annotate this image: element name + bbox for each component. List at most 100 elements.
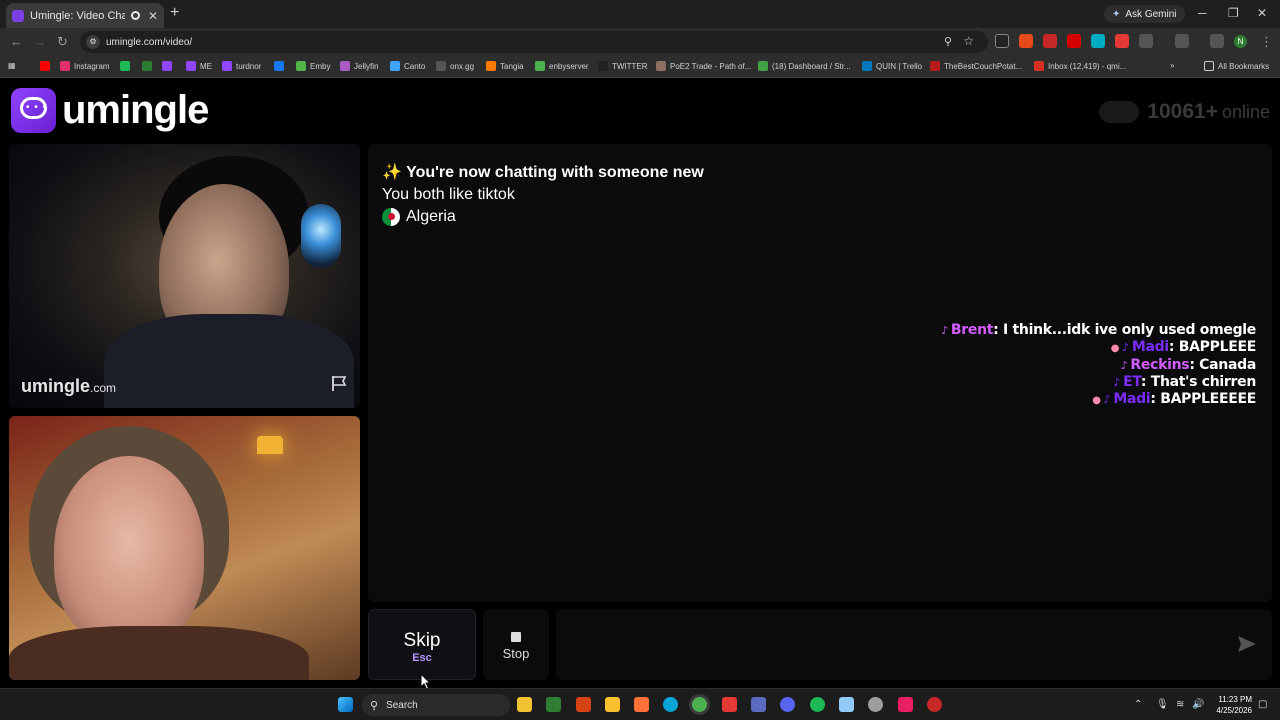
taskbar-clock[interactable]: 11:23 PM 4/25/2026 xyxy=(1208,694,1252,716)
bookmark-item[interactable]: TWITTER xyxy=(598,61,648,71)
volume-icon[interactable]: 🔊 xyxy=(1192,699,1204,710)
new-tab-button[interactable]: + xyxy=(170,4,179,22)
notifications-icon[interactable]: ▢ xyxy=(1258,699,1267,710)
report-flag-icon[interactable] xyxy=(330,374,348,392)
notepad-icon[interactable] xyxy=(839,697,854,712)
bookmark-item[interactable]: QUIN | Trello xyxy=(862,61,922,71)
all-bookmarks-button[interactable]: All Bookmarks xyxy=(1204,61,1269,71)
overlay-message-text: : I think...idk ive only used omegle xyxy=(993,322,1256,338)
skip-shortcut: Esc xyxy=(412,652,432,664)
tiktok-icon[interactable] xyxy=(898,697,913,712)
bookmark-item[interactable]: TheBestCouchPotat... xyxy=(930,61,1022,71)
bookmark-item[interactable]: Canto xyxy=(390,61,425,71)
opera-icon[interactable] xyxy=(722,697,737,712)
edge-icon[interactable] xyxy=(663,697,678,712)
stranger-video: umingle.com xyxy=(9,144,360,408)
wifi-icon[interactable]: ≋ xyxy=(1176,699,1184,710)
extensions-puzzle-icon[interactable] xyxy=(1139,34,1153,48)
bookmark-item[interactable]: enbyserver xyxy=(535,61,589,71)
media-controls-icon[interactable] xyxy=(1210,34,1224,48)
profile-avatar[interactable]: N xyxy=(1234,35,1247,48)
tray-overflow-icon[interactable]: ⌃ xyxy=(1134,699,1142,710)
message-input[interactable] xyxy=(556,609,1272,680)
address-bar[interactable]: ⚙ umingle.com/video/ ⚲ ☆ xyxy=(80,31,988,53)
bookmark-item[interactable] xyxy=(120,61,134,71)
extension-youtube-icon[interactable] xyxy=(1067,34,1081,48)
bookmark-item[interactable]: Jellyfin xyxy=(340,61,378,71)
bookmark-item[interactable] xyxy=(142,61,156,71)
bookmark-favicon-icon xyxy=(930,61,940,71)
bookmark-favicon-icon xyxy=(142,61,152,71)
extension-fox-icon[interactable] xyxy=(1019,34,1033,48)
app-blue-icon[interactable] xyxy=(751,697,766,712)
send-icon[interactable] xyxy=(1236,633,1258,655)
app-red-icon[interactable] xyxy=(927,697,942,712)
reload-icon[interactable]: ↻ xyxy=(57,34,68,50)
bookmark-item[interactable]: Inbox (12,419) - qmi... xyxy=(1034,61,1126,71)
browser-tab-umingle[interactable]: Umingle: Video Chat with S ✕ xyxy=(6,3,164,28)
bookmark-item[interactable] xyxy=(40,61,54,71)
extension-shield-icon[interactable] xyxy=(1115,34,1129,48)
overlay-username: Reckins xyxy=(1130,357,1190,373)
bookmark-item[interactable] xyxy=(274,61,288,71)
overlay-message-text: : BAPPLEEE xyxy=(1168,339,1256,355)
microphone-icon[interactable]: 🎙 xyxy=(1156,699,1169,710)
back-arrow-icon[interactable]: ← xyxy=(10,34,23,49)
bookmark-item[interactable]: (18) Dashboard / Str... xyxy=(758,61,851,71)
url-text: umingle.com/video/ xyxy=(106,36,193,48)
bookmark-item[interactable]: onx.gg xyxy=(436,61,474,71)
skip-label: Skip xyxy=(403,630,441,651)
clock-date: 4/25/2026 xyxy=(1216,706,1252,715)
extension-7tv-icon[interactable] xyxy=(1091,34,1105,48)
stranger-country: Algeria xyxy=(382,208,456,226)
bookmark-item[interactable]: Instagram xyxy=(60,61,110,71)
extension-red-icon[interactable] xyxy=(1043,34,1057,48)
site-info-icon[interactable]: ⚙ xyxy=(86,35,100,49)
bookmark-item[interactable]: turdnor xyxy=(222,61,261,71)
close-window-icon[interactable]: ✕ xyxy=(1257,6,1267,20)
umingle-logo-icon[interactable]: • • • xyxy=(11,88,56,133)
bookmark-item[interactable]: Tangia xyxy=(486,61,524,71)
extension-k-icon[interactable] xyxy=(995,34,1009,48)
minimize-icon[interactable]: ─ xyxy=(1198,6,1207,20)
discord-icon[interactable] xyxy=(780,697,795,712)
apps-grid-icon[interactable]: ▦ xyxy=(8,61,16,70)
online-toggle[interactable] xyxy=(1099,101,1140,123)
firefox-icon[interactable] xyxy=(634,697,649,712)
spotify-icon[interactable] xyxy=(810,697,825,712)
tiktok-note-icon: ♪ xyxy=(1113,376,1121,389)
ask-gemini-button[interactable]: ✦ Ask Gemini xyxy=(1104,5,1185,23)
restore-icon[interactable]: ❐ xyxy=(1228,6,1239,20)
media-player-icon[interactable] xyxy=(546,697,561,712)
bookmark-item[interactable]: Emby xyxy=(296,61,330,71)
bookmark-item[interactable] xyxy=(162,61,176,71)
recording-indicator-icon xyxy=(131,11,140,20)
browser-menu-icon[interactable]: ⋮ xyxy=(1260,34,1273,50)
obs-icon[interactable] xyxy=(868,697,883,712)
bookmark-label: TheBestCouchPotat... xyxy=(944,61,1023,71)
stop-button[interactable]: Stop xyxy=(483,609,549,680)
chrome-icon[interactable] xyxy=(692,697,707,712)
umingle-logo-text[interactable]: umingle xyxy=(62,88,209,133)
taskbar-search[interactable]: ⚲ Search xyxy=(362,694,510,716)
bookmark-item[interactable]: PoE2 Trade - Path of... xyxy=(656,61,751,71)
bookmark-favicon-icon xyxy=(120,61,130,71)
zoom-icon[interactable]: ⚲ xyxy=(944,35,952,48)
bookmark-star-icon[interactable]: ☆ xyxy=(963,34,974,48)
app-orange-icon[interactable] xyxy=(576,697,591,712)
tab-search-icon[interactable] xyxy=(1175,34,1189,48)
taskbar-search-label: Search xyxy=(386,699,418,711)
bookmark-label: turdnor xyxy=(236,61,262,71)
skip-button[interactable]: Skip Esc xyxy=(368,609,476,680)
sticky-notes-icon[interactable] xyxy=(605,697,620,712)
online-count: 10061 xyxy=(1147,100,1206,123)
overlay-username: Brent xyxy=(950,322,994,338)
file-explorer-icon[interactable] xyxy=(517,697,532,712)
close-tab-icon[interactable]: ✕ xyxy=(148,9,158,23)
ask-gemini-label: Ask Gemini xyxy=(1125,8,1177,20)
overlay-chat-line: ♪ Brent: I think...idk ive only used omeg… xyxy=(941,322,1256,339)
windows-start-icon[interactable] xyxy=(338,697,353,712)
forward-arrow-icon[interactable]: → xyxy=(33,34,46,49)
bookmark-item[interactable]: ME xyxy=(186,61,212,71)
bookmarks-overflow-icon[interactable]: » xyxy=(1170,61,1174,70)
